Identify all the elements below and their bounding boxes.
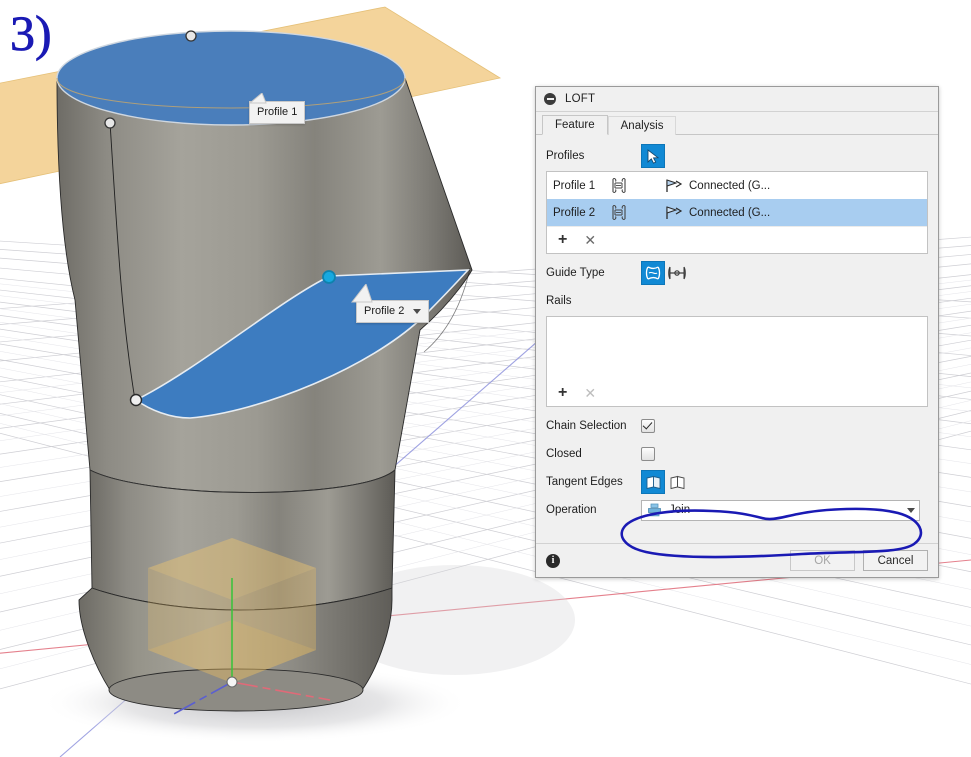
guide-type-row: Guide Type	[546, 260, 928, 286]
collapse-minus-icon[interactable]	[544, 93, 556, 105]
rails-row: Rails	[546, 288, 928, 314]
profiles-listbox[interactable]: Profile 1 Connected (G... Profile 2 Conn…	[546, 171, 928, 254]
profiles-label: Profiles	[546, 150, 585, 162]
tangent-edges-keep-button[interactable]	[665, 470, 689, 494]
tab-analysis-label: Analysis	[620, 120, 664, 132]
operation-value: Join	[669, 504, 691, 516]
dialog-body: Profiles Profile 1 Connected (G... Profi…	[536, 135, 938, 543]
origin-point	[226, 676, 238, 688]
tab-feature[interactable]: Feature	[542, 115, 608, 135]
profile-2-point-b	[322, 270, 336, 284]
dialog-titlebar: LOFT	[536, 87, 938, 112]
app-window: 3) Profile 1 Profile 2 LOFT Feature Anal…	[0, 0, 971, 757]
tab-feature-label: Feature	[555, 119, 595, 131]
connected-flag-icon	[665, 178, 689, 193]
profiles-row: Profiles	[546, 143, 928, 169]
profile-1-point-a	[185, 30, 197, 42]
chain-selection-checkbox[interactable]	[641, 419, 655, 433]
table-row[interactable]: Profile 1 Connected (G...	[547, 172, 927, 199]
table-row[interactable]: Profile 2 Connected (G...	[547, 199, 927, 226]
closed-row: Closed	[546, 441, 928, 467]
profiles-select-button[interactable]	[641, 144, 665, 168]
operation-row: Operation Join	[546, 497, 928, 523]
tangent-edges-merge-button[interactable]	[641, 470, 665, 494]
guide-type-rails-button[interactable]	[641, 261, 665, 285]
profile-1-face	[56, 30, 406, 126]
profile-row-continuity: Connected (G...	[689, 206, 771, 219]
dialog-tabs: Feature Analysis	[536, 112, 938, 135]
rails-listbox[interactable]: + ✕	[546, 316, 928, 407]
viewport-label-profile-2[interactable]: Profile 2	[356, 300, 430, 323]
profiles-list-toolbar: + ✕	[547, 226, 927, 253]
tangent-merge-icon	[646, 475, 660, 489]
rails-remove-button[interactable]: ✕	[584, 386, 596, 400]
viewport-label-profile-1[interactable]: Profile 1	[249, 101, 306, 124]
tangent-edges-label: Tangent Edges	[546, 476, 623, 488]
connected-flag-icon	[665, 205, 689, 220]
operation-dropdown[interactable]: Join	[641, 499, 920, 521]
rails-add-button[interactable]: +	[558, 385, 567, 401]
profile-1-point-b	[104, 117, 116, 129]
cursor-arrow-icon	[647, 148, 659, 164]
rails-list-toolbar: + ✕	[547, 380, 927, 406]
info-icon[interactable]: i	[546, 553, 560, 568]
profile-sketch-icon	[610, 204, 665, 221]
join-operation-icon	[648, 503, 661, 517]
rails-label: Rails	[546, 295, 572, 307]
profile-row-name: Profile 2	[553, 206, 596, 219]
profiles-add-button[interactable]: +	[558, 232, 567, 248]
cancel-button-label: Cancel	[877, 554, 914, 567]
tab-analysis[interactable]: Analysis	[607, 116, 677, 135]
chain-selection-label: Chain Selection	[546, 420, 627, 432]
viewport-label-profile-1-text: Profile 1	[257, 106, 298, 118]
closed-checkbox[interactable]	[641, 447, 655, 461]
chevron-down-icon[interactable]	[907, 507, 915, 513]
profile-row-name: Profile 1	[553, 179, 596, 192]
guide-type-centerline-button[interactable]	[665, 261, 689, 285]
cancel-button[interactable]: Cancel	[863, 550, 928, 571]
tangent-keep-icon	[670, 475, 684, 489]
ok-button-label: OK	[814, 554, 831, 567]
operation-label: Operation	[546, 504, 597, 516]
closed-label: Closed	[546, 448, 582, 460]
loft-dialog[interactable]: LOFT Feature Analysis Profiles Profile 1…	[535, 86, 939, 578]
profile-2-point-a	[129, 393, 143, 407]
profile-sketch-icon	[610, 177, 665, 194]
ok-button[interactable]: OK	[790, 550, 855, 571]
centerline-guide-icon	[668, 266, 686, 280]
profiles-remove-button[interactable]: ✕	[584, 233, 596, 247]
viewport-label-profile-2-text: Profile 2	[364, 305, 405, 317]
chevron-down-icon[interactable]	[413, 308, 422, 314]
dialog-title: LOFT	[565, 93, 596, 105]
tangent-edges-row: Tangent Edges	[546, 469, 928, 495]
dialog-footer: i OK Cancel	[536, 543, 938, 577]
chain-selection-row: Chain Selection	[546, 413, 928, 439]
guide-type-label: Guide Type	[546, 267, 605, 279]
rails-guide-icon	[645, 266, 661, 280]
profile-row-continuity: Connected (G...	[689, 179, 771, 192]
